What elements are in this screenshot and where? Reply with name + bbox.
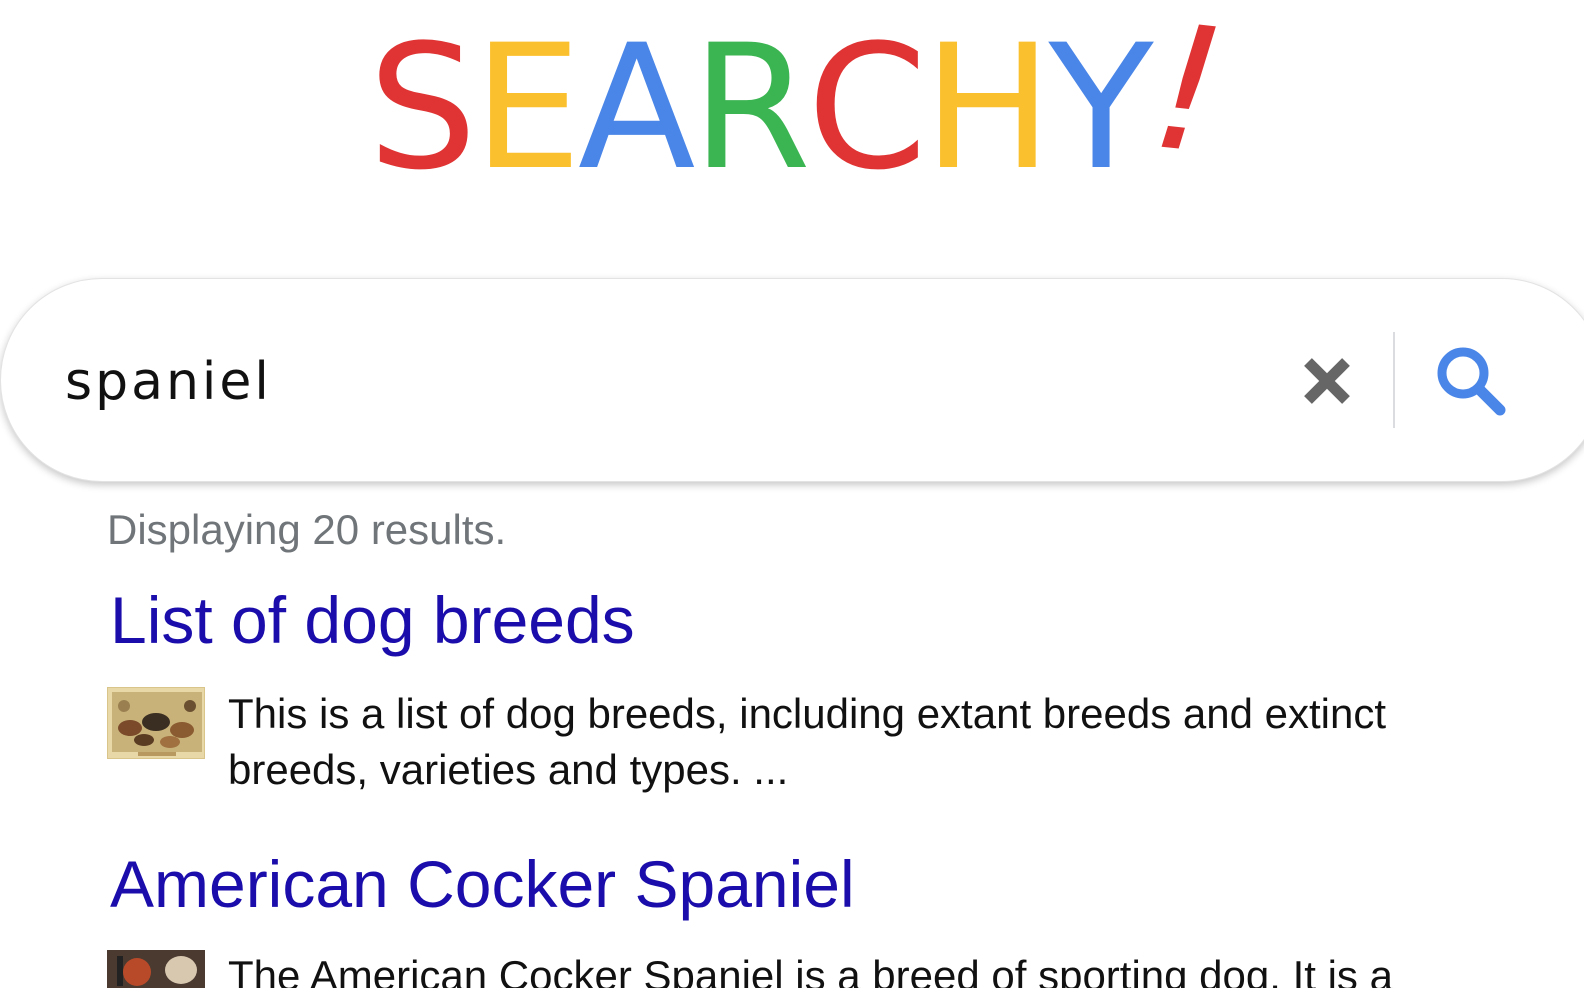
logo-letter: S [368, 7, 477, 208]
logo-letter: A [577, 7, 696, 208]
close-icon [1304, 358, 1350, 404]
dog-breeds-image [108, 688, 204, 758]
search-button[interactable] [1434, 344, 1508, 418]
magnifier-icon [1437, 347, 1506, 416]
result-thumbnail[interactable] [107, 687, 205, 759]
result-count: Displaying 20 results. [107, 506, 507, 553]
result-title-link[interactable]: American Cocker Spaniel [110, 846, 855, 922]
result-title-link[interactable]: List of dog breeds [110, 582, 635, 658]
result-snippet: The American Cocker Spaniel is a breed o… [228, 952, 1393, 988]
logo-letter: ! [1143, 0, 1229, 193]
result-snippet: This is a list of dog breeds, including … [228, 690, 1386, 793]
clear-search-button[interactable] [1298, 352, 1356, 410]
logo-letter: R [691, 7, 811, 208]
search-input[interactable] [65, 327, 1245, 437]
logo-letter: H [923, 7, 1052, 208]
logo-letter: Y [1048, 7, 1154, 208]
searchy-logo: SEARCHY! [368, 0, 1229, 208]
search-divider [1393, 332, 1395, 428]
spaniel-image [107, 950, 205, 988]
search-results-page: SEARCHY! Displaying 20 results. List of … [0, 0, 1584, 988]
logo-letter: C [807, 7, 927, 208]
logo-letter: E [473, 7, 582, 208]
result-thumbnail[interactable] [107, 950, 205, 988]
